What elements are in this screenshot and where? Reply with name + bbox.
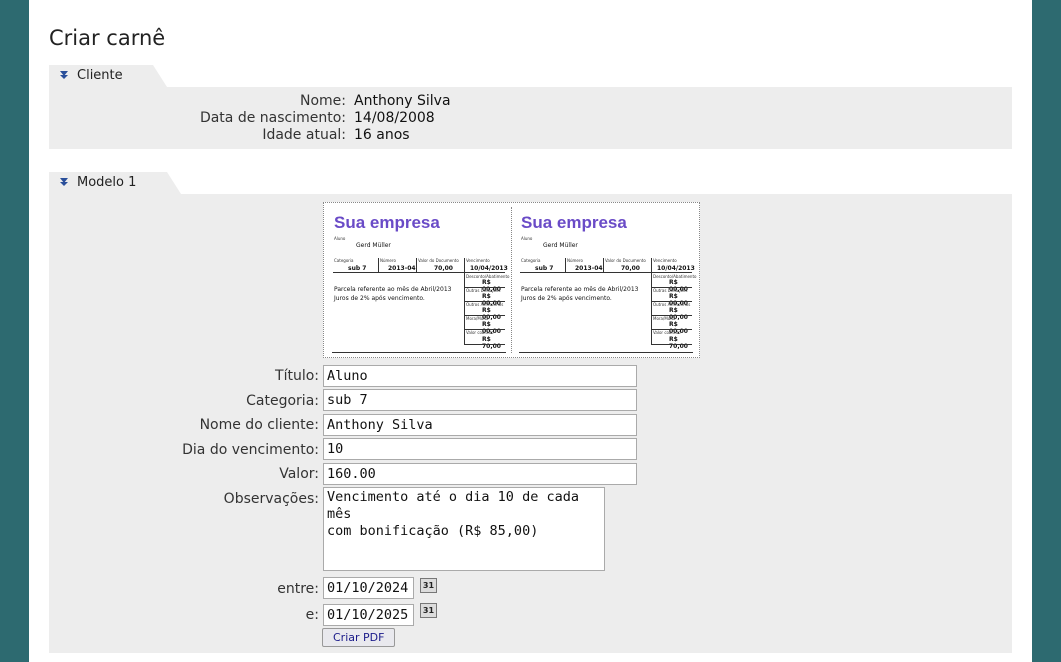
col-valor-doc: Valor do Documento (605, 258, 646, 263)
numero-value: 2013-04 (575, 265, 603, 272)
col-valor-doc: Valor do Documento (418, 258, 459, 263)
slip-line-2: Juros de 2% após vencimento. (521, 295, 612, 302)
col-numero: Número (380, 258, 396, 263)
client-name-value: Anthony Silva (354, 93, 451, 109)
model-section-tab[interactable]: Modelo 1 (49, 172, 181, 194)
birthdate-label: Data de nascimento: (199, 110, 346, 126)
calendar-icon[interactable]: 31 (420, 603, 437, 618)
categoria-label: Categoria: (246, 393, 319, 409)
entre-label: entre: (277, 581, 319, 597)
student-name: Gerd Müller (543, 242, 578, 249)
carne-preview: Sua empresa Aluno Gerd Müller Categoria … (323, 202, 700, 358)
valor-doc-value: 70,00 (621, 265, 640, 272)
brand-name: Sua empresa (521, 213, 627, 232)
page-container: Criar carnê Cliente Nome: Anthony Silva … (29, 0, 1032, 662)
slip-right: Sua empresa Aluno Gerd Müller Categoria … (511, 203, 698, 357)
model-tab-label: Modelo 1 (77, 175, 137, 190)
observacoes-label: Observações: (223, 491, 319, 507)
col-vencimento: Vencimento (466, 258, 490, 263)
observacoes-textarea[interactable] (323, 487, 605, 571)
dia-vencimento-input[interactable] (323, 438, 637, 460)
page-title: Criar carnê (49, 26, 166, 50)
e-date-input[interactable] (323, 604, 414, 626)
student-name: Gerd Müller (356, 242, 391, 249)
box-value-4: R$ 70,00 (669, 336, 688, 350)
box-value-4: R$ 70,00 (482, 336, 501, 350)
box-label-4: Valor cobrado (466, 330, 494, 335)
slip-line-1: Parcela referente ao mês de Abril/2013 (334, 286, 452, 293)
client-panel: Nome: Anthony Silva Data de nascimento: … (49, 87, 1012, 149)
box-label-4: Valor cobrado (653, 330, 681, 335)
vencimento-value: 10/04/2013 (470, 265, 508, 272)
dia-vencimento-label: Dia do vencimento: (182, 442, 319, 458)
vencimento-value: 10/04/2013 (657, 265, 695, 272)
categoria-value: sub 7 (535, 265, 554, 272)
titulo-input[interactable] (323, 365, 637, 387)
slip-line-1: Parcela referente ao mês de Abril/2013 (521, 286, 639, 293)
titulo-label: Título: (275, 368, 319, 384)
col-numero: Número (567, 258, 583, 263)
age-label: Idade atual: (262, 127, 346, 143)
slip-line-2: Juros de 2% após vencimento. (334, 295, 425, 302)
col-categoria: Categoria (334, 258, 354, 263)
col-vencimento: Vencimento (653, 258, 677, 263)
nome-cliente-label: Nome do cliente: (199, 417, 319, 433)
valor-doc-value: 70,00 (434, 265, 453, 272)
aluno-label: Aluno (334, 236, 346, 241)
nome-cliente-input[interactable] (323, 414, 637, 436)
categoria-input[interactable] (323, 389, 637, 411)
age-value: 16 anos (354, 127, 410, 143)
calendar-icon[interactable]: 31 (420, 578, 437, 593)
collapse-arrow-icon (60, 178, 68, 186)
valor-label: Valor: (279, 466, 319, 482)
slip-left: Sua empresa Aluno Gerd Müller Categoria … (324, 203, 512, 357)
numero-value: 2013-04 (388, 265, 416, 272)
col-categoria: Categoria (521, 258, 541, 263)
valor-input[interactable] (323, 463, 637, 485)
e-label: e: (305, 607, 319, 623)
create-pdf-button[interactable]: Criar PDF (322, 628, 396, 647)
collapse-arrow-icon (60, 71, 68, 79)
brand-name: Sua empresa (334, 213, 440, 232)
entre-date-input[interactable] (323, 577, 414, 599)
client-tab-label: Cliente (77, 68, 123, 83)
client-name-label: Nome: (299, 93, 346, 109)
client-section-tab[interactable]: Cliente (49, 65, 167, 87)
birthdate-value: 14/08/2008 (354, 110, 435, 126)
aluno-label: Aluno (521, 236, 533, 241)
categoria-value: sub 7 (348, 265, 367, 272)
